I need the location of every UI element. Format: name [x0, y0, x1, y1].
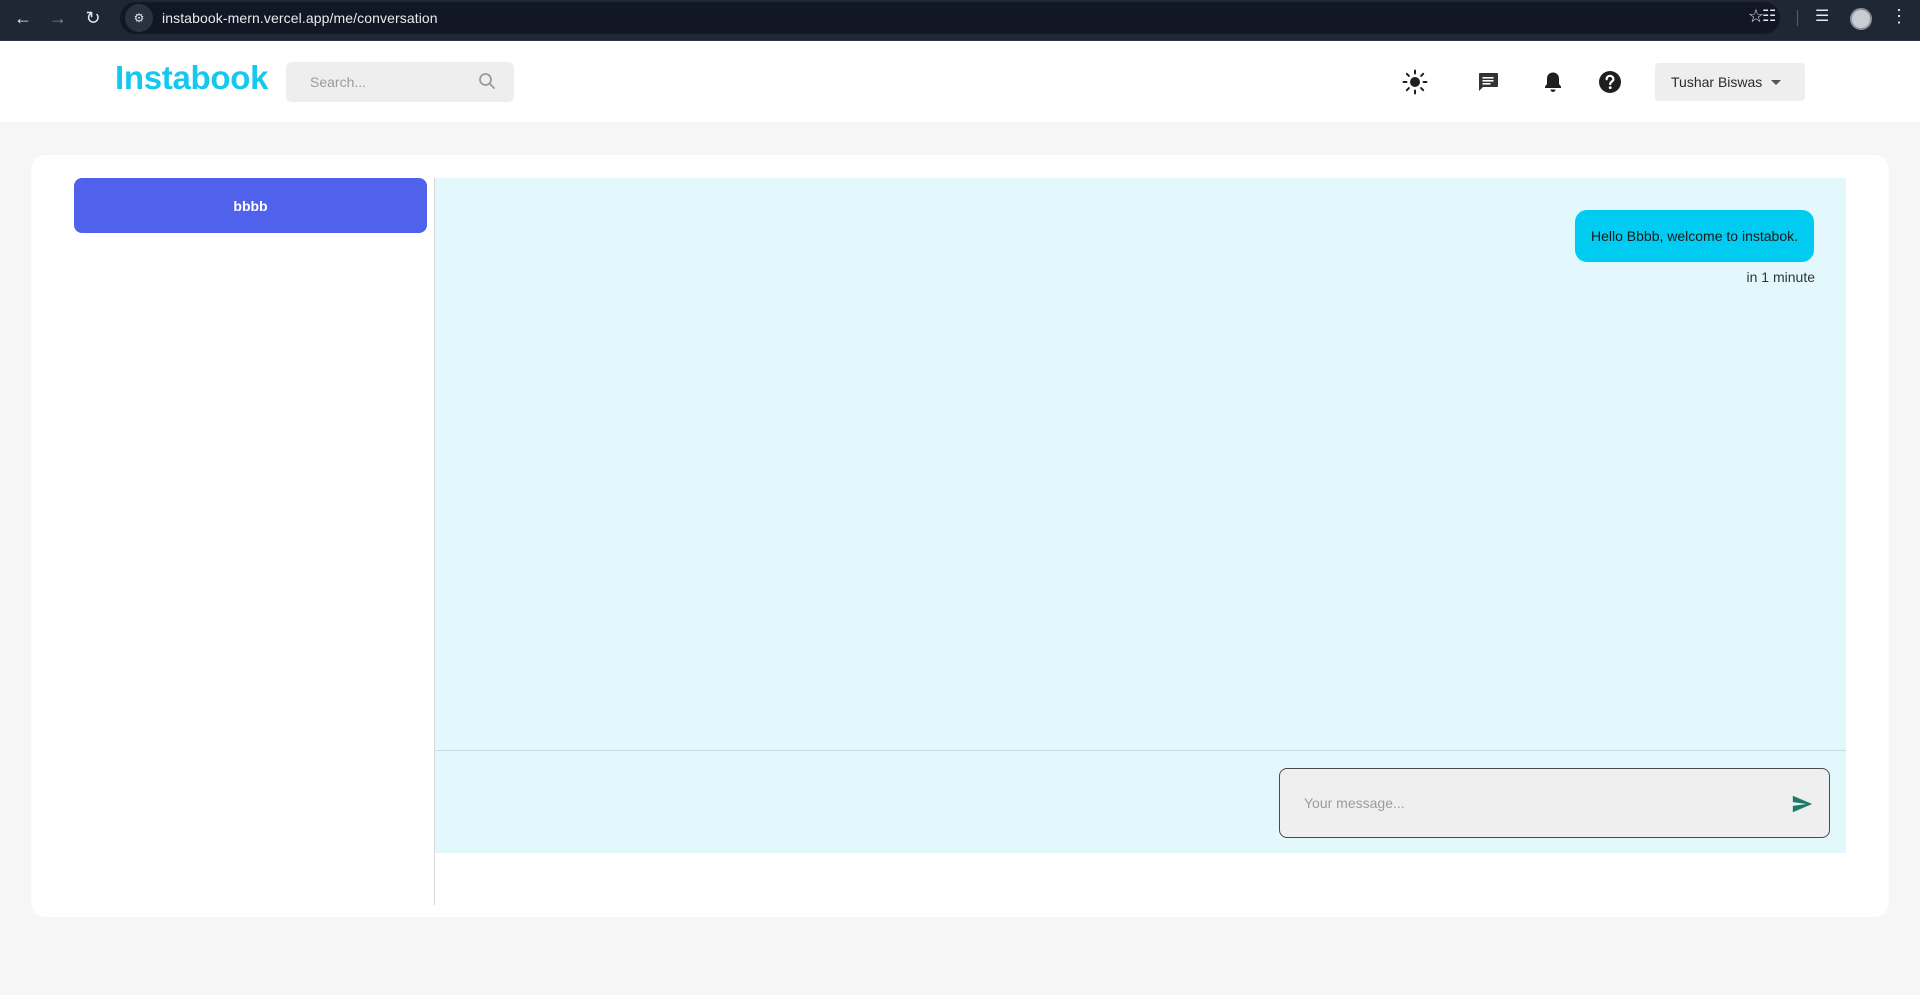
media-controls-icon[interactable]: ☰ [1815, 6, 1829, 26]
address-bar[interactable]: ⚙ instabook-mern.vercel.app/me/conversat… [120, 2, 1780, 34]
site-info-icon[interactable]: ⚙ [125, 4, 153, 32]
app-header: Instabook Search... Tushar Biswas [0, 41, 1920, 122]
reload-icon[interactable]: ↻ [78, 0, 108, 36]
user-menu-button[interactable]: Tushar Biswas [1655, 63, 1805, 101]
chevron-down-icon [1771, 80, 1781, 85]
chat-panel: Hello Bbbb, welcome to instabok. in 1 mi… [435, 178, 1846, 853]
search-icon[interactable] [478, 72, 496, 90]
message-composer [1279, 768, 1830, 838]
browser-menu-icon[interactable]: ⋮ [1890, 6, 1908, 27]
sun-icon[interactable] [1402, 69, 1428, 95]
conversation-item-bbbb[interactable]: bbbb [74, 178, 427, 233]
profile-avatar-icon[interactable] [1850, 8, 1872, 30]
url-text: instabook-mern.vercel.app/me/conversatio… [162, 10, 438, 26]
browser-toolbar: ← → ↻ ⚙ instabook-mern.vercel.app/me/con… [0, 0, 1920, 41]
message-timestamp: in 1 minute [1746, 269, 1815, 285]
extensions-icon[interactable]: ☷ [1762, 6, 1776, 26]
back-icon[interactable]: ← [8, 0, 38, 36]
search-box [286, 62, 514, 102]
message-bubble: Hello Bbbb, welcome to instabok. [1575, 210, 1814, 262]
forward-icon[interactable]: → [43, 0, 73, 36]
search-input[interactable] [310, 74, 480, 90]
message-text: Hello Bbbb, welcome to instabok. [1591, 228, 1798, 244]
bell-icon[interactable] [1540, 69, 1566, 95]
chat-icon[interactable] [1475, 69, 1501, 95]
conversation-name: bbbb [233, 197, 268, 214]
help-icon[interactable] [1597, 69, 1623, 95]
brand-logo[interactable]: Instabook [115, 59, 268, 97]
user-name: Tushar Biswas [1671, 74, 1763, 90]
toolbar-divider [1797, 10, 1798, 26]
message-input[interactable] [1304, 795, 1764, 811]
send-icon[interactable] [1791, 793, 1813, 815]
chat-input-divider [435, 750, 1846, 751]
